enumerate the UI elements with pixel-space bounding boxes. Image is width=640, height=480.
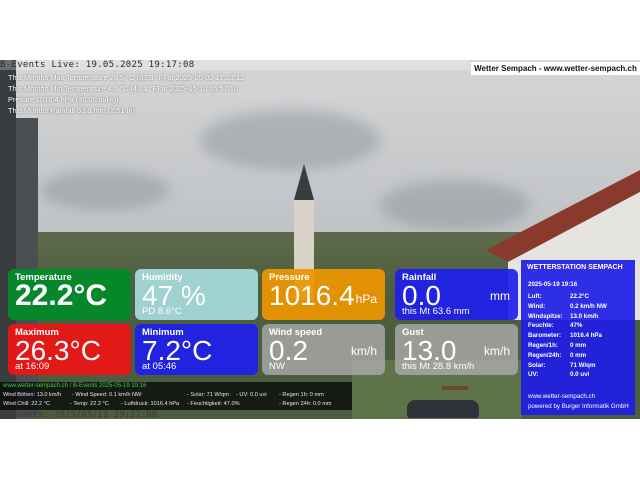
tile-sub: this Mt 28.8 km/h <box>402 361 475 372</box>
station-row: Regen/24h: 0 mm <box>528 352 632 362</box>
webcam-timestamp: B-Events Live: 19.05.2025 19:17:08 <box>0 60 195 70</box>
webcam-view: B-Events Live: 19.05.2025 19:17:08 Wette… <box>0 60 640 419</box>
car <box>407 400 479 418</box>
station-website-link[interactable]: www.wetter-sempach.ch <box>528 393 595 400</box>
church-spire <box>294 164 314 200</box>
cloud <box>200 110 380 170</box>
bottom-solar: - Solar: 71 W/qm <box>187 392 229 398</box>
tile-sub: at 16:09 <box>15 361 50 372</box>
reading-value: 0.2 km/h NW <box>570 302 607 310</box>
station-timestamp: 2025-05-19 19:16 <box>528 281 578 288</box>
monthly-stats: This Months Max Temperature 28.5 °C (83.… <box>8 72 244 116</box>
reading-key: Luft: <box>528 293 542 300</box>
station-row: Windspitze: 13.0 km/h <box>528 313 632 323</box>
tile-minimum: Minimum 7.2°C at 05:46 <box>135 324 258 375</box>
bottom-rain-1h: - Regen 1h: 0 mm <box>279 392 324 398</box>
station-credit: powered by Burger Informatik GmbH <box>528 403 629 410</box>
station-title: WETTERSTATION SEMPACH <box>527 264 623 271</box>
tile-maximum: Maximum 26.3°C at 16:09 <box>8 324 131 375</box>
reading-value: 13.0 km/h <box>570 312 599 320</box>
tile-unit: hPa <box>355 292 377 306</box>
station-row: Wind: 0.2 km/h NW <box>528 303 632 313</box>
bottom-temp: - Temp: 22.2 °C <box>70 401 109 407</box>
tile-value: 22.2°C <box>15 279 108 312</box>
bottom-wind-speed: - Wind Speed: 0.1 km/h NW <box>72 392 142 398</box>
reading-key: Feuchte: <box>528 322 554 330</box>
reading-key: Regen/24h: <box>528 351 562 359</box>
reading-value: 0.0 uvi <box>570 371 590 379</box>
tile-temperature: Temperature 22.2°C <box>8 269 131 320</box>
tile-sub: PD 8.6°C <box>142 306 182 317</box>
reading-value: 1016.4 hPa <box>570 332 602 340</box>
station-row: Luft: 22.2°C <box>528 293 632 303</box>
bottom-uv: - UV: 0.0 uvi <box>236 392 267 398</box>
reading-value: 22.2°C <box>570 293 589 300</box>
reading-key: Wind: <box>528 302 546 310</box>
reading-key: Windspitze: <box>528 312 563 320</box>
station-row: Feuchte: 47% <box>528 322 632 332</box>
stat-max-temp: This Months Max Temperature 28.5 °C (83.… <box>8 73 245 82</box>
reading-value: 47% <box>570 322 583 330</box>
reading-key: Barometer: <box>528 332 562 340</box>
stat-pressure: Presure 1016.4 hPa (30.00 in/Hg) <box>8 95 119 104</box>
bottom-wind-gusts: Wind Böhen: 13.0 km/h <box>3 392 62 398</box>
bottom-rain-24h: - Regen 24h: 0.0 mm <box>279 401 332 407</box>
bottom-pressure: - Luftdruck: 1016.4 hPa <box>121 401 180 407</box>
station-row: Barometer: 1016.4 hPa <box>528 332 632 342</box>
tile-humidity: Humidity 47 % PD 8.6°C <box>135 269 258 320</box>
station-readings: Luft: 22.2°C Wind: 0.2 km/h NW Windspitze:… <box>528 293 632 381</box>
tile-pressure: Pressure 1016.4 hPa <box>262 269 385 320</box>
reading-value: 0 mm <box>570 341 587 349</box>
reading-value: 0 mm <box>570 351 587 359</box>
tile-wind-speed: Wind speed 0.2 km/h NW <box>262 324 385 375</box>
bench <box>442 386 468 390</box>
site-banner: Wetter Sempach - www.wetter-sempach.ch <box>471 62 640 75</box>
tile-unit: km/h <box>483 344 510 358</box>
bottom-wind-chill: Wind Chill: 22.2 °C <box>3 401 51 407</box>
tile-value: 1016.4 <box>269 280 355 311</box>
webcam-timestamp-bottom: B-Events: 2025/05/19 19:17:08 <box>0 410 158 419</box>
tile-unit: km/h <box>350 344 377 358</box>
station-row: UV: 0.0 uvi <box>528 371 632 381</box>
station-row: Solar: 71 W/qm <box>528 362 632 372</box>
tile-rainfall: Rainfall 0.0 mm this Mt 63.6 mm <box>395 269 518 320</box>
reading-key: UV: <box>528 371 539 379</box>
station-row: Regen/1h: 0 mm <box>528 342 632 352</box>
stat-rainfall: This Months Rainfall 63.6 mm (2.51 in) <box>8 106 135 115</box>
bottom-site-line: www.wetter-sempach.ch / B-Events 2025-05… <box>3 383 147 389</box>
reading-key: Solar: <box>528 361 546 369</box>
tile-sub: NW <box>269 361 285 372</box>
reading-value: 71 W/qm <box>570 361 596 369</box>
station-panel: WETTERSTATION SEMPACH 2025-05-19 19:16 L… <box>521 260 635 415</box>
stat-min-temp: This Months Min Temperature 4.5 °C (40.1… <box>8 84 239 93</box>
tile-gust: Gust 13.0 km/h this Mt 28.8 km/h <box>395 324 518 375</box>
tile-sub: at 05:46 <box>142 361 177 372</box>
bottom-humidity: - Feuchtigkeit: 47.0% <box>187 401 240 407</box>
reading-key: Regen/1h: <box>528 341 558 349</box>
tile-unit: mm <box>490 289 510 303</box>
tile-sub: this Mt 63.6 mm <box>402 306 470 317</box>
bottom-info-bar: www.wetter-sempach.ch / B-Events 2025-05… <box>0 382 352 410</box>
cloud <box>40 170 170 210</box>
